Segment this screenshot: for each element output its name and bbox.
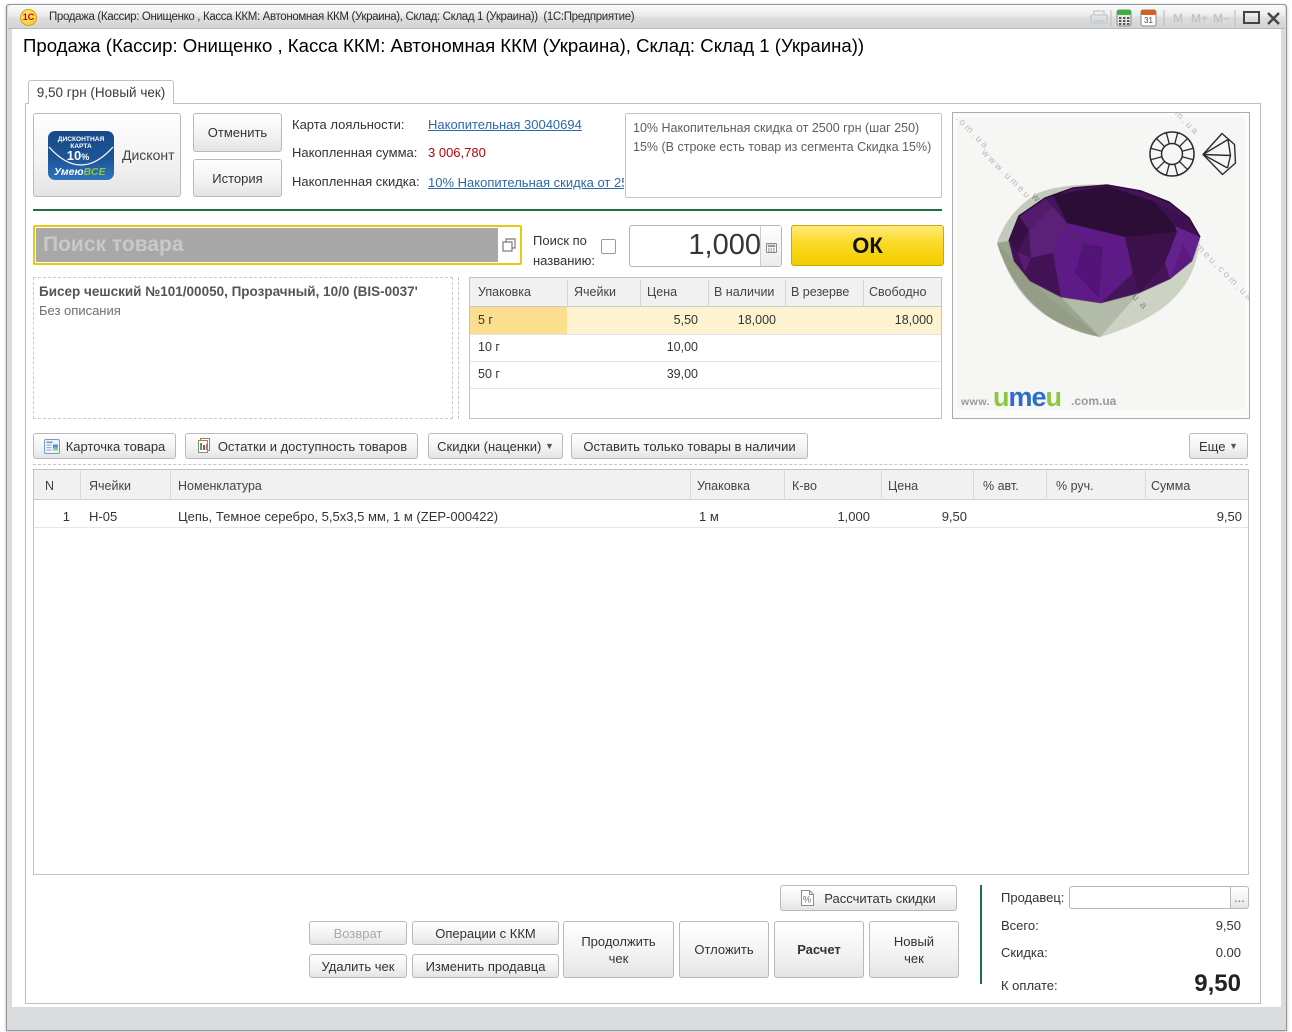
svg-text:www.: www. <box>960 396 990 408</box>
svg-text:M−: M− <box>1213 12 1230 26</box>
svg-text:УмеюВСЕ: УмеюВСЕ <box>54 166 106 178</box>
svg-text:%: % <box>803 895 812 906</box>
svg-text:M: M <box>1173 12 1183 26</box>
svg-text:31: 31 <box>1144 16 1153 25</box>
svg-text:M+: M+ <box>1191 12 1208 26</box>
svg-text:ДИСКОНТНАЯ: ДИСКОНТНАЯ <box>58 136 105 143</box>
svg-text:umeu: umeu <box>993 382 1061 412</box>
svg-text:.com.ua: .com.ua <box>1071 394 1117 408</box>
